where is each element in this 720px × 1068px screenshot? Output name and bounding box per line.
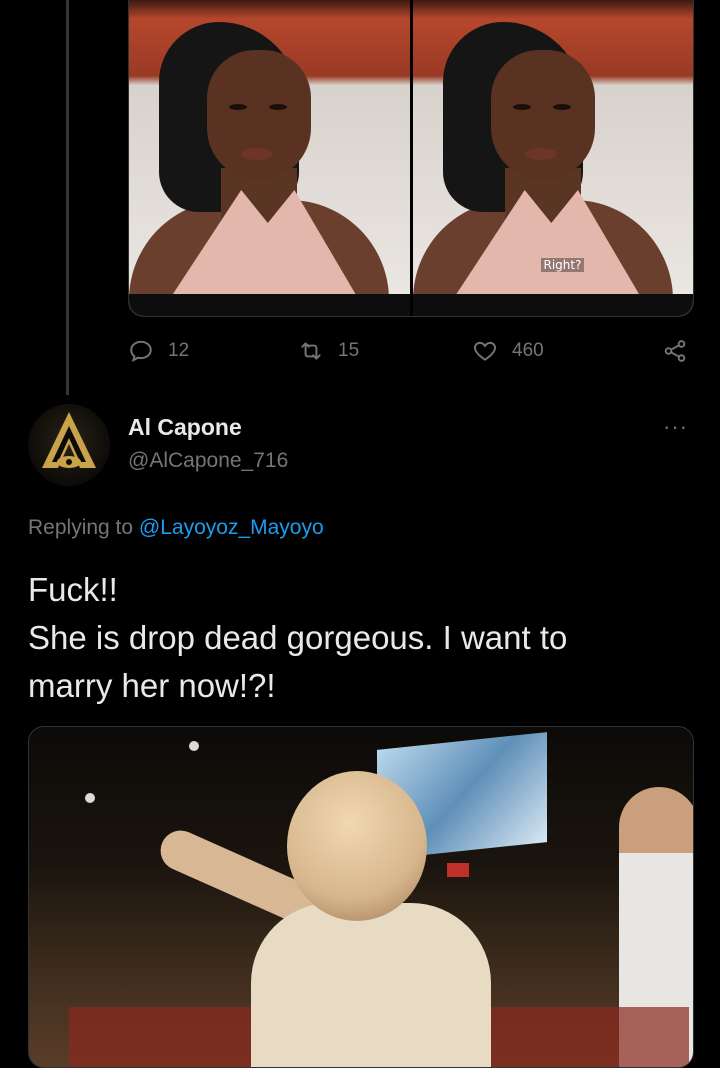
previous-tweet-media[interactable]: Right? [128, 0, 694, 317]
tweet-text-line: Fuck!! [28, 571, 118, 608]
reply-button[interactable]: 12 [128, 338, 189, 364]
retweet-count: 15 [338, 340, 360, 361]
media-image-right[interactable]: Right? [409, 0, 693, 316]
reply-count: 12 [168, 340, 190, 361]
retweet-icon [301, 342, 321, 360]
author-avatar[interactable] [28, 404, 110, 486]
replying-to-mention-link[interactable]: @Layoyoz_Mayoyo [139, 516, 324, 539]
like-button[interactable]: 460 [472, 338, 544, 364]
reply-tweet-media[interactable] [28, 726, 694, 1068]
tweet-action-bar: 12 15 460 [128, 338, 692, 368]
tweet-text: Fuck!! She is drop dead gorgeous. I want… [28, 566, 688, 710]
tweet-text-line: She is drop dead gorgeous. I want to [28, 619, 568, 656]
share-icon [664, 340, 686, 362]
like-count: 460 [512, 340, 544, 361]
tweet-text-line: marry her now!?! [28, 667, 276, 704]
thread-connector-line [66, 0, 69, 395]
reply-icon [130, 340, 152, 363]
replying-to-prefix: Replying to [28, 516, 139, 539]
share-button[interactable] [662, 338, 688, 364]
replying-to: Replying to @Layoyoz_Mayoyo [28, 516, 324, 540]
author-display-name[interactable]: Al Capone [128, 414, 242, 441]
more-options-icon[interactable]: ··· [663, 414, 688, 440]
media-image-left[interactable] [129, 0, 410, 316]
retweet-button[interactable]: 15 [298, 338, 359, 364]
assassins-creed-logo-icon [42, 412, 96, 468]
like-icon [474, 341, 496, 361]
video-subtitle: Right? [540, 258, 585, 272]
author-handle[interactable]: @AlCapone_716 [128, 449, 288, 473]
